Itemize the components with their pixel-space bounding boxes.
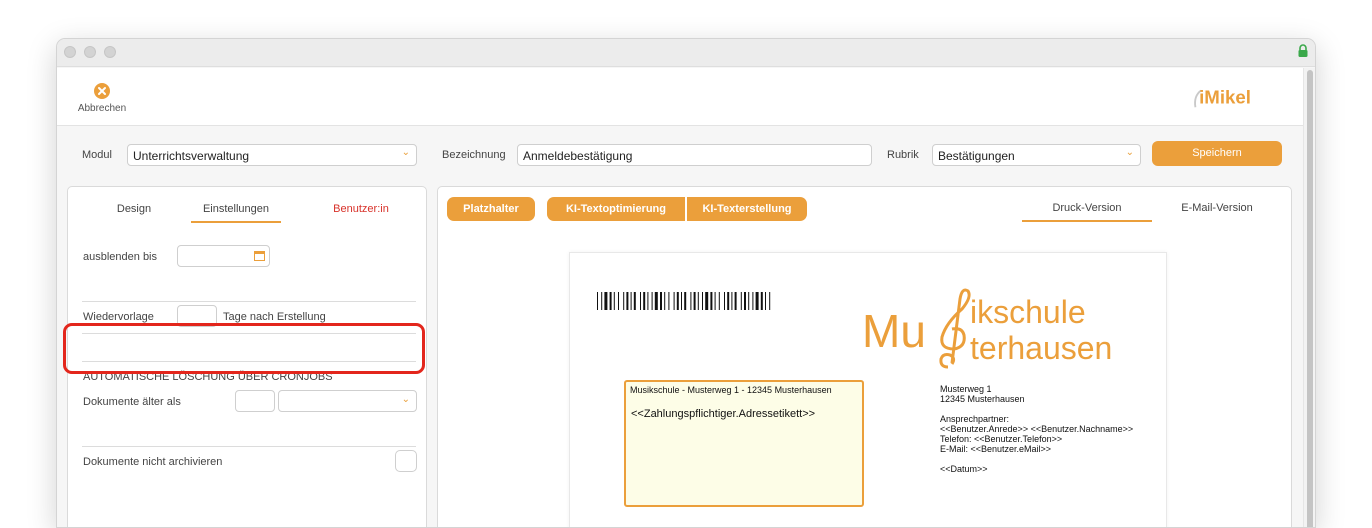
- wiedervorlage-suffix: Tage nach Erstellung: [223, 311, 326, 323]
- tab-design[interactable]: Design: [98, 203, 170, 223]
- minimize-window-button[interactable]: [84, 46, 96, 58]
- svg-text:ikschule: ikschule: [970, 294, 1086, 330]
- sender-line: Musikschule - Musterweg 1 - 12345 Muster…: [630, 385, 832, 395]
- ausblenden-date-input[interactable]: [177, 245, 270, 267]
- address-box[interactable]: Musikschule - Musterweg 1 - 12345 Muster…: [624, 380, 864, 507]
- header-form: Modul Unterrichtsverwaltung ⌄ Bezeichnun…: [57, 127, 1305, 183]
- divider: [82, 446, 416, 447]
- title-bar: [57, 39, 1315, 67]
- bezeichnung-value: Anmeldebestätigung: [523, 149, 633, 163]
- info-email: E-Mail: <<Benutzer.eMail>>: [940, 444, 1052, 454]
- tab-einstellungen[interactable]: Einstellungen: [191, 203, 281, 223]
- info-city: 12345 Musterhausen: [940, 394, 1025, 404]
- chevron-down-icon: ⌄: [401, 147, 410, 158]
- chevron-down-icon: ⌄: [1125, 147, 1134, 158]
- chevron-down-icon: ⌄: [401, 394, 410, 405]
- rubrik-select[interactable]: Bestätigungen ⌄: [932, 144, 1141, 166]
- rubrik-label: Rubrik: [887, 149, 919, 161]
- nicht-archivieren-checkbox[interactable]: [395, 450, 417, 472]
- svg-text:iMikel: iMikel: [1199, 87, 1251, 108]
- cancel-button[interactable]: Abbrechen: [71, 78, 133, 118]
- lock-icon: [1298, 44, 1308, 57]
- calendar-icon[interactable]: [254, 250, 265, 261]
- nicht-archivieren-label: Dokumente nicht archivieren: [83, 456, 223, 468]
- imikel-logo: iMikel: [1194, 87, 1251, 108]
- info-street: Musterweg 1: [940, 384, 992, 394]
- bezeichnung-input[interactable]: Anmeldebestätigung: [517, 144, 872, 166]
- tab-druck-version[interactable]: Druck-Version: [1022, 202, 1152, 222]
- document-preview: Mu ikschule terhausen Musikschule - Must…: [569, 252, 1167, 527]
- info-phone: Telefon: <<Benutzer.Telefon>>: [940, 434, 1063, 444]
- info-contact-name: <<Benutzer.Anrede>> <<Benutzer.Nachname>…: [940, 424, 1134, 434]
- app-window: Abbrechen iMikel Modul Unterrichtsverwal…: [56, 38, 1316, 528]
- modul-label: Modul: [82, 149, 112, 161]
- aelter-amount-input[interactable]: [235, 390, 275, 412]
- tab-email-version[interactable]: E-Mail-Version: [1167, 202, 1267, 222]
- platzhalter-button[interactable]: Platzhalter: [447, 197, 535, 221]
- close-window-button[interactable]: [64, 46, 76, 58]
- divider: [82, 301, 416, 302]
- rubrik-value: Bestätigungen: [938, 149, 1015, 163]
- aelter-unit-select[interactable]: ⌄: [278, 390, 417, 412]
- dokumente-aelter-label: Dokumente älter als: [83, 396, 181, 408]
- musikschule-logo: Mu ikschule terhausen: [862, 288, 1112, 369]
- wiedervorlage-highlight: [63, 323, 425, 374]
- address-placeholder: <<Zahlungspflichtiger.Adressetikett>>: [631, 408, 816, 420]
- zoom-window-button[interactable]: [104, 46, 116, 58]
- cancel-icon: [94, 83, 110, 99]
- wiedervorlage-label: Wiedervorlage: [83, 311, 154, 323]
- barcode: [597, 292, 771, 310]
- ki-textoptimierung-button[interactable]: KI-Textoptimierung: [547, 197, 685, 221]
- modul-value: Unterrichtsverwaltung: [133, 149, 250, 163]
- scrollbar-thumb[interactable]: [1307, 70, 1313, 527]
- toolbar: Abbrechen iMikel: [57, 68, 1305, 126]
- svg-text:Mu: Mu: [862, 305, 926, 357]
- ausblenden-label: ausblenden bis: [83, 251, 158, 263]
- modul-select[interactable]: Unterrichtsverwaltung ⌄: [127, 144, 417, 166]
- svg-text:terhausen: terhausen: [970, 330, 1112, 366]
- bezeichnung-label: Bezeichnung: [442, 149, 506, 161]
- cancel-label: Abbrechen: [77, 103, 127, 114]
- info-contact-label: Ansprechpartner:: [940, 414, 1010, 424]
- tab-benutzer[interactable]: Benutzer:in: [321, 203, 401, 223]
- info-date: <<Datum>>: [940, 464, 988, 474]
- save-button[interactable]: Speichern: [1152, 141, 1282, 166]
- ki-texterstellung-button[interactable]: KI-Texterstellung: [687, 197, 807, 221]
